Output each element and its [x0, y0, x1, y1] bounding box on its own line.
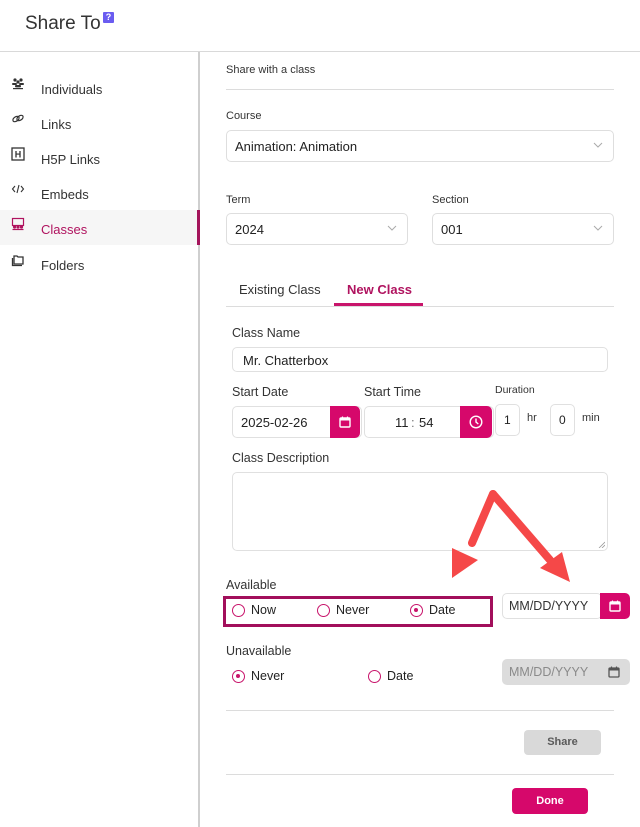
available-date-calendar-button[interactable] — [600, 593, 630, 619]
sidebar-item-label: Links — [41, 117, 72, 132]
sidebar-item-label: Classes — [41, 222, 88, 237]
chevron-down-icon — [593, 225, 603, 231]
radio-label: Date — [429, 603, 456, 617]
classroom-icon — [11, 217, 25, 231]
class-name-input[interactable]: Mr. Chatterbox — [232, 347, 608, 372]
available-label: Available — [226, 578, 277, 592]
unavailable-date-input[interactable]: MM/DD/YYYY — [502, 659, 630, 685]
duration-hours-unit: hr — [527, 412, 537, 424]
divider — [226, 89, 614, 90]
radio-label: Never — [336, 603, 370, 617]
start-time-label: Start Time — [364, 385, 421, 399]
sidebar-item-label: H5P Links — [41, 152, 101, 167]
radio-circle — [232, 604, 245, 617]
unavailable-never-radio[interactable]: Never — [232, 668, 302, 686]
duration-hours-input[interactable]: 1 — [495, 404, 520, 436]
radio-label: Never — [251, 669, 285, 683]
divider — [226, 774, 614, 775]
sidebar-item-label: Individuals — [41, 82, 103, 97]
resize-handle-icon[interactable] — [598, 541, 605, 548]
class-name-value: Mr. Chatterbox — [243, 353, 329, 368]
clock-icon — [469, 415, 483, 429]
svg-text:H: H — [15, 150, 22, 160]
sidebar-item-h5p-links[interactable]: H H5P Links — [0, 140, 198, 175]
dialog-header: Share To ? — [0, 0, 640, 52]
sidebar-item-label: Embeds — [41, 187, 89, 202]
section-label: Section — [432, 194, 469, 206]
sidebar-item-individuals[interactable]: Individuals — [0, 70, 198, 105]
radio-circle — [410, 604, 423, 617]
sidebar-item-links[interactable]: Links — [0, 105, 198, 140]
folder-icon — [11, 253, 25, 267]
available-never-radio[interactable]: Never — [317, 602, 387, 620]
calendar-icon — [609, 600, 621, 612]
unavailable-label: Unavailable — [226, 644, 292, 658]
radio-circle — [232, 670, 245, 683]
unavailable-date-radio[interactable]: Date — [368, 668, 428, 686]
done-button[interactable]: Done — [512, 788, 588, 814]
duration-minutes-unit: min — [582, 412, 600, 424]
tab-existing-class[interactable]: Existing Class — [239, 282, 321, 297]
radio-circle — [317, 604, 330, 617]
h5p-icon: H — [11, 147, 25, 161]
course-select[interactable]: Animation: Animation — [226, 130, 614, 162]
available-date-placeholder: MM/DD/YYYY — [509, 599, 589, 613]
available-now-radio[interactable]: Now — [232, 602, 292, 620]
question-icon[interactable]: ? — [103, 12, 114, 23]
sidebar-item-label: Folders — [41, 258, 85, 273]
start-date-calendar-button[interactable] — [330, 406, 360, 438]
start-time-clock-button[interactable] — [460, 406, 492, 438]
dialog-title: Share To — [25, 13, 101, 34]
available-date-input[interactable]: MM/DD/YYYY — [502, 593, 602, 619]
radio-circle — [368, 670, 381, 683]
sidebar: Individuals Links H H5P Links Embeds Cla… — [0, 52, 200, 827]
people-icon — [11, 77, 25, 91]
sidebar-item-embeds[interactable]: Embeds — [0, 175, 198, 210]
radio-label: Date — [387, 669, 414, 683]
calendar-icon — [339, 416, 351, 428]
duration-minutes-value: 0 — [559, 413, 566, 427]
tab-new-class[interactable]: New Class — [347, 282, 412, 297]
share-with-class-panel: Share with a class Course Animation: Ani… — [202, 52, 640, 827]
start-time-separator: : — [411, 415, 415, 430]
start-date-value: 2025-02-26 — [241, 415, 308, 430]
duration-label: Duration — [495, 384, 535, 396]
term-select[interactable]: 2024 — [226, 213, 408, 245]
sidebar-item-classes[interactable]: Classes — [0, 210, 200, 245]
term-label: Term — [226, 194, 251, 206]
start-time-hour[interactable]: 11 — [395, 415, 409, 430]
class-name-label: Class Name — [232, 326, 301, 340]
class-description-label: Class Description — [232, 451, 330, 465]
section-value: 001 — [441, 222, 463, 237]
term-value: 2024 — [235, 222, 264, 237]
section-select[interactable]: 001 — [432, 213, 614, 245]
tabs-divider — [226, 306, 614, 307]
divider — [226, 710, 614, 711]
calendar-icon — [608, 666, 620, 678]
radio-label: Now — [251, 603, 277, 617]
class-description-textarea[interactable] — [232, 472, 608, 551]
code-icon — [11, 182, 25, 196]
duration-minutes-input[interactable]: 0 — [550, 404, 575, 436]
unavailable-date-placeholder: MM/DD/YYYY — [509, 665, 589, 679]
chevron-down-icon — [387, 225, 397, 231]
start-date-label: Start Date — [232, 385, 289, 399]
share-button[interactable]: Share — [524, 730, 601, 755]
course-value: Animation: Animation — [235, 139, 358, 154]
available-date-radio[interactable]: Date — [410, 602, 470, 620]
sidebar-item-folders[interactable]: Folders — [0, 246, 198, 281]
link-icon — [11, 112, 25, 126]
chevron-down-icon — [593, 142, 603, 148]
course-label: Course — [226, 110, 262, 122]
start-time-minute[interactable]: 54 — [419, 415, 433, 430]
section-title: Share with a class — [226, 64, 316, 76]
duration-hours-value: 1 — [504, 413, 511, 427]
